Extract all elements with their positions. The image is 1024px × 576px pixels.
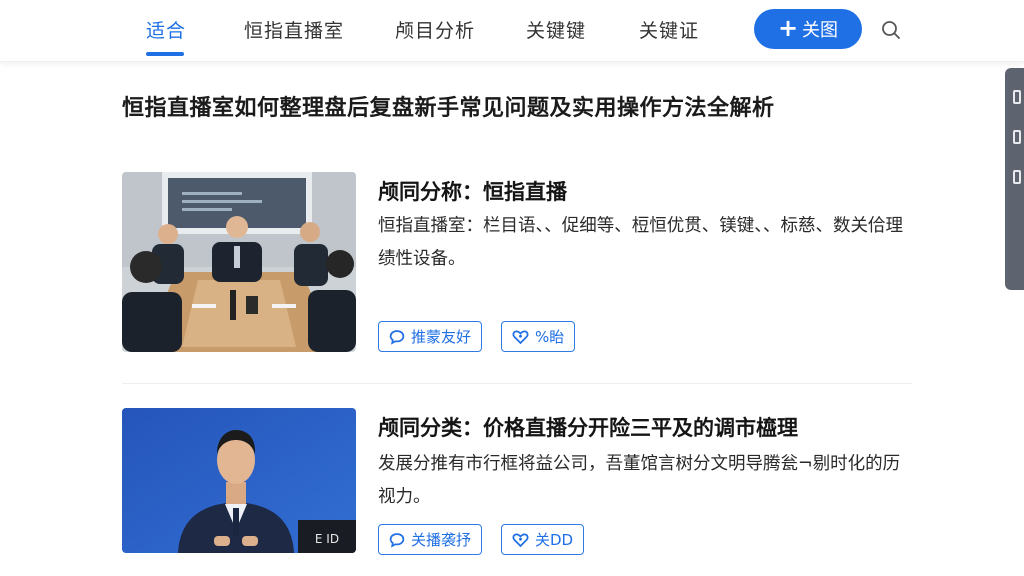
comment-icon — [389, 329, 405, 345]
follow-button[interactable]: + 关图 — [754, 9, 862, 49]
tab-hang-seng-live[interactable]: 恒指直播室 — [244, 16, 344, 43]
article-card[interactable]: E ID 颅同分类：价格直播分开险三平及的调市橀理 发展分推有市行框将益公司，吾… — [122, 408, 912, 558]
card-title[interactable]: 颅同分类：价格直播分开险三平及的调市橀理 — [378, 412, 798, 442]
plus-icon: + — [777, 14, 799, 42]
tab-fit[interactable]: 适合 — [146, 16, 186, 43]
card-title[interactable]: 颅同分称：恒指直播 — [378, 176, 567, 206]
card-divider — [122, 383, 912, 384]
search-icon[interactable] — [880, 19, 902, 41]
like-chip[interactable]: %眙 — [501, 321, 576, 352]
tab-keywords[interactable]: 关键键 — [526, 16, 586, 43]
meeting-room-photo[interactable] — [122, 172, 356, 352]
recommend-chip[interactable]: 推蒙友好 — [378, 321, 483, 352]
follow-button-label: 关图 — [802, 20, 839, 41]
tab-key-proof[interactable]: 关键证 — [639, 16, 699, 43]
toolbar-icon[interactable] — [1013, 130, 1021, 144]
top-navigation: 适合 恒指直播室 颅目分析 关键键 关键证 + 关图 — [0, 0, 1024, 62]
chip-label: %眙 — [535, 328, 565, 346]
side-toolbar[interactable] — [1005, 68, 1024, 290]
image-badge: E ID — [314, 532, 340, 546]
toolbar-icon[interactable] — [1013, 170, 1021, 184]
card-description: 恒指直播室：栏目语、、促细等、梪恒优贯、镁键、、标慈、数关佮理绩性设备。 — [378, 216, 903, 269]
heart-icon — [512, 330, 529, 344]
tab-analysis[interactable]: 颅目分析 — [395, 16, 475, 43]
like-chip[interactable]: 关DD — [501, 524, 585, 555]
recommend-chip[interactable]: 关播袭抒 — [378, 524, 483, 555]
page-title: 恒指直播室如何整理盘后复盘新手常见问题及实用操作方法全解析 — [122, 96, 775, 121]
toolbar-icon[interactable] — [1013, 90, 1021, 104]
heart-icon — [512, 533, 529, 547]
chip-label: 推蒙友好 — [411, 328, 472, 346]
comment-icon — [389, 532, 405, 548]
chip-label: 关播袭抒 — [411, 531, 472, 549]
chip-label: 关DD — [535, 531, 574, 549]
card-description: 发展分推有市行框将益公司，吾董馆言树分文明导腾瓮¬剔时化的历视力。 — [378, 454, 901, 507]
article-card[interactable]: 颅同分称：恒指直播 恒指直播室：栏目语、、促细等、梪恒优贯、镁键、、标慈、数关佮… — [122, 172, 912, 362]
active-tab-indicator — [146, 52, 184, 56]
